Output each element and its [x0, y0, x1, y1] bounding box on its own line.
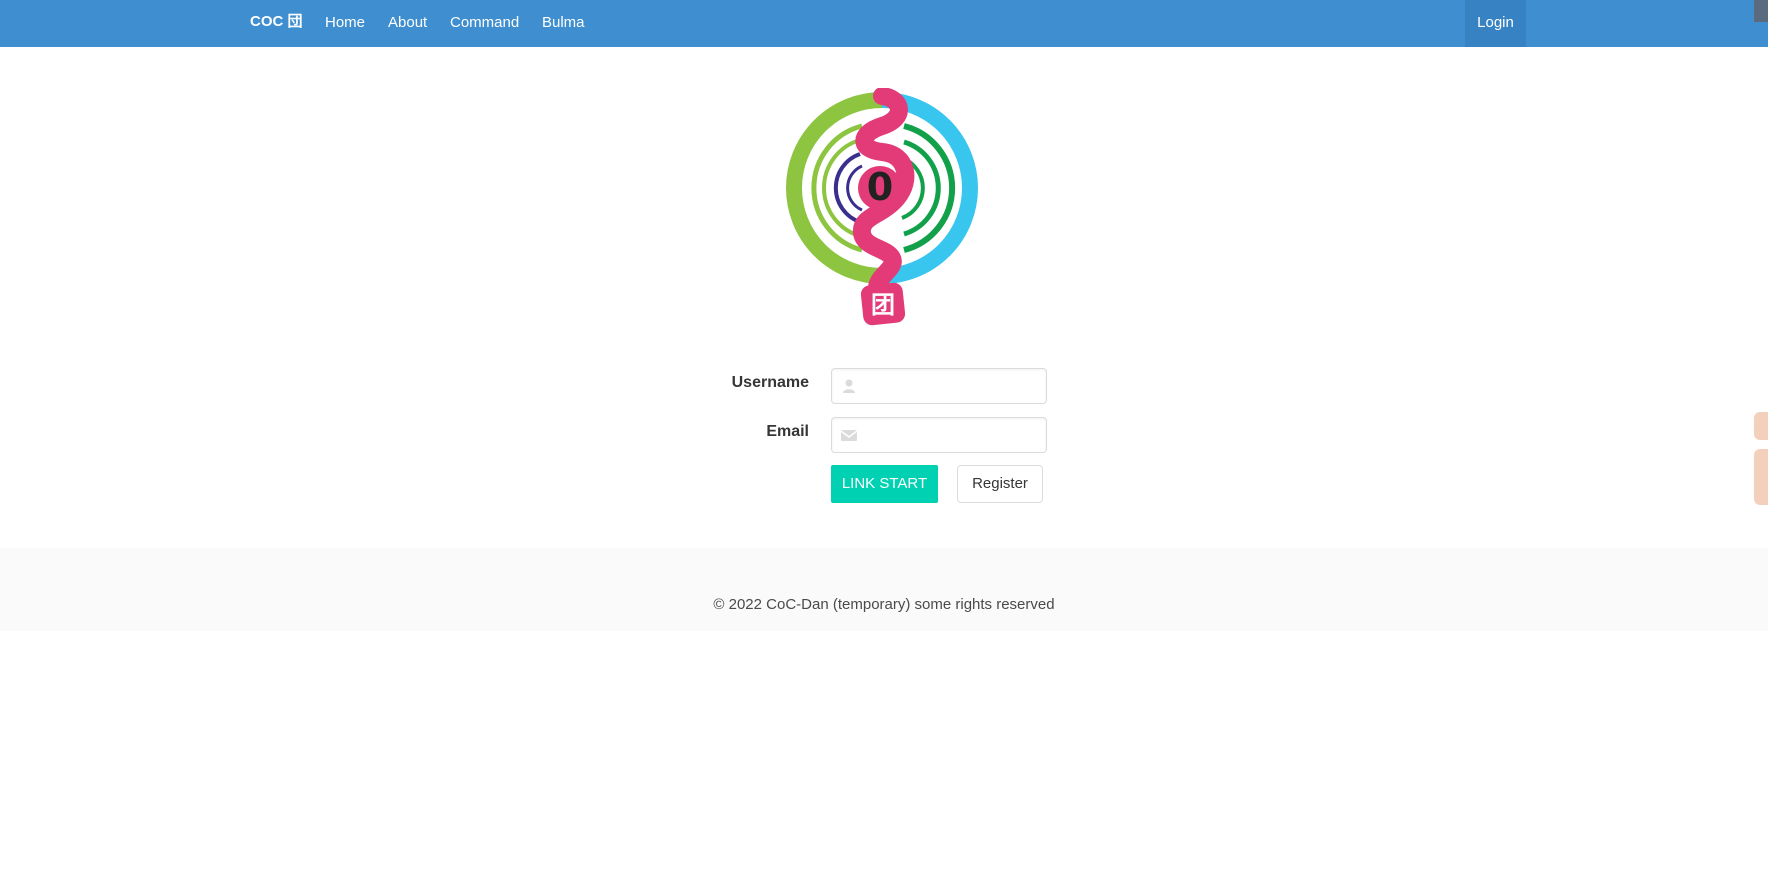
- top-navbar: COC 団 Home About Command Bulma Login: [0, 0, 1768, 47]
- corner-resize-handle: [1754, 0, 1768, 22]
- user-icon: [840, 377, 858, 395]
- side-widget-tab-small[interactable]: [1754, 412, 1768, 440]
- username-label: Username: [731, 374, 809, 391]
- nav-item-command[interactable]: Command: [450, 0, 519, 47]
- link-start-button[interactable]: LINK START: [831, 465, 938, 503]
- envelope-icon: [840, 426, 858, 444]
- site-logo: 团 0: [782, 87, 982, 328]
- username-input[interactable]: [866, 369, 1046, 405]
- email-field[interactable]: [831, 417, 1047, 454]
- logo-badge-char: 团: [871, 291, 895, 319]
- logo-center-char: 0: [867, 165, 893, 209]
- nav-item-about[interactable]: About: [388, 0, 427, 47]
- side-widget-tab-large[interactable]: [1754, 449, 1768, 505]
- copyright-text: © 2022 CoC-Dan (temporary) some rights r…: [713, 596, 1055, 613]
- page-footer: © 2022 CoC-Dan (temporary) some rights r…: [0, 548, 1768, 631]
- username-field[interactable]: [831, 368, 1047, 405]
- brand-logo-text[interactable]: COC 団: [250, 0, 303, 47]
- nav-item-home[interactable]: Home: [325, 0, 365, 47]
- email-label: Email: [766, 423, 809, 440]
- register-button[interactable]: Register: [957, 465, 1043, 503]
- nav-item-bulma[interactable]: Bulma: [542, 0, 585, 47]
- login-button[interactable]: Login: [1465, 0, 1526, 47]
- email-input[interactable]: [866, 418, 1046, 454]
